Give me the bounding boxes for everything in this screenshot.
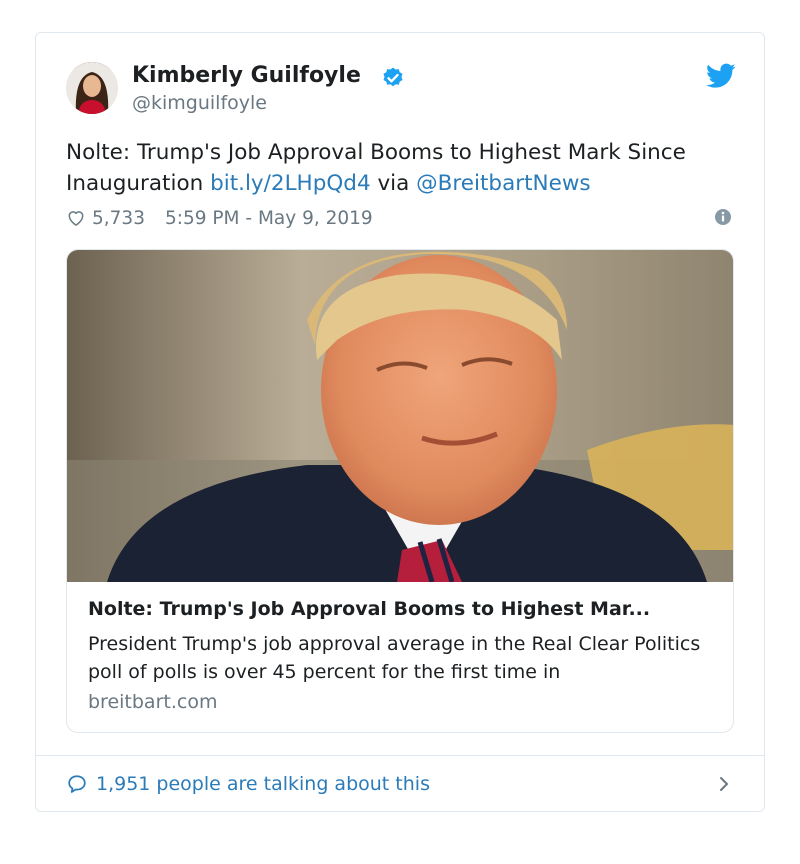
twitter-bird-icon[interactable] — [706, 63, 736, 89]
mention-link[interactable]: @BreitbartNews — [416, 171, 590, 196]
tweet-short-link[interactable]: bit.ly/2LHpQd4 — [210, 171, 371, 196]
conversation-text[interactable]: 1,951 people are talking about this — [96, 773, 430, 795]
conversation-link[interactable]: 1,951 people are talking about this — [66, 771, 736, 797]
card-description: President Trump's job approval average i… — [88, 633, 701, 683]
embedded-tweet[interactable]: Kimberly Guilfoyle @kimguilfoyle Nolte: … — [35, 32, 765, 812]
card-title[interactable]: Nolte: Trump's Job Approval Booms to Hig… — [88, 598, 718, 620]
card-image — [67, 250, 733, 582]
like-count[interactable]: 5,733 — [92, 208, 145, 229]
tweet-text-via: via — [370, 171, 417, 196]
avatar[interactable] — [66, 62, 118, 114]
comment-icon — [68, 775, 86, 793]
tweet-text: Nolte: Trump's Job Approval Booms to Hig… — [66, 137, 736, 199]
verified-badge-icon — [383, 67, 403, 87]
card-domain: breitbart.com — [88, 691, 218, 713]
tweet-meta: 5,733 5:59 PM - May 9, 2019 — [66, 205, 736, 231]
author-handle[interactable]: @kimguilfoyle — [132, 92, 267, 114]
author-name[interactable]: Kimberly Guilfoyle — [132, 63, 361, 88]
heart-icon[interactable] — [66, 208, 86, 228]
divider — [36, 755, 764, 756]
chevron-right-icon[interactable] — [714, 774, 734, 794]
timestamp[interactable]: 5:59 PM - May 9, 2019 — [165, 208, 373, 229]
info-icon[interactable] — [714, 208, 732, 226]
link-preview-card[interactable]: Nolte: Trump's Job Approval Booms to Hig… — [66, 249, 734, 733]
